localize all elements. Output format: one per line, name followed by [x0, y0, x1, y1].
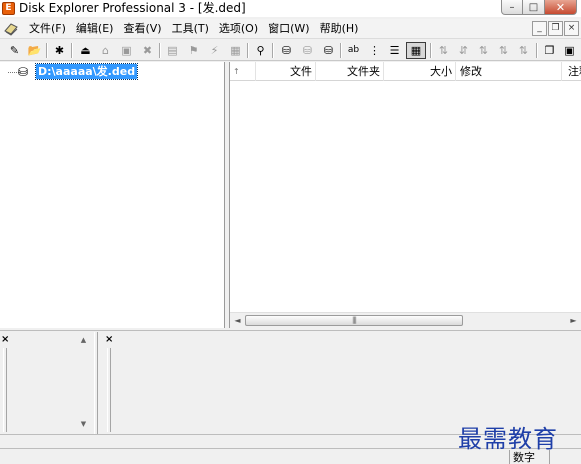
- app-icon[interactable]: E: [2, 2, 15, 15]
- toolbar-separator: [46, 43, 48, 58]
- disk-properties-icon[interactable]: ▤: [164, 42, 181, 59]
- sort-ascending-icon[interactable]: ⇅: [435, 42, 452, 59]
- vertical-scrollbar[interactable]: ▲ ▼: [76, 334, 91, 430]
- menu-tools[interactable]: 工具(T): [167, 19, 214, 39]
- window-title: Disk Explorer Professional 3 - [发.ded]: [19, 1, 246, 15]
- column-header-folder[interactable]: 文件夹: [316, 62, 384, 81]
- mdi-controls: _ ❐ ×: [532, 21, 579, 36]
- drive-icon[interactable]: ⛁: [278, 42, 295, 59]
- toolbar-separator: [159, 43, 161, 58]
- sort-type-icon[interactable]: ⇅: [515, 42, 532, 59]
- close-button[interactable]: ✕: [545, 0, 577, 15]
- tree-root-item[interactable]: D:\aaaaa\发.ded: [34, 63, 139, 80]
- menu-help[interactable]: 帮助(H): [315, 19, 364, 39]
- print-icon[interactable]: ▦: [227, 42, 244, 59]
- new-catalog-icon[interactable]: ✎: [6, 42, 23, 59]
- sort-date-icon[interactable]: ⇅: [495, 42, 512, 59]
- menu-bar: 文件(F) 编辑(E) 查看(V) 工具(T) 选项(O) 窗口(W) 帮助(H…: [0, 19, 581, 39]
- delete-disk-icon[interactable]: ✖: [139, 42, 156, 59]
- mdi-close-button[interactable]: ×: [564, 21, 579, 36]
- minimize-button[interactable]: –: [501, 0, 523, 15]
- add-disk-icon[interactable]: ⌂: [97, 42, 114, 59]
- toolbar-separator: [340, 43, 342, 58]
- scroll-right-button[interactable]: ►: [566, 313, 581, 328]
- menu-edit[interactable]: 编辑(E): [71, 19, 119, 39]
- close-icon[interactable]: ×: [105, 335, 113, 345]
- sort-name-icon[interactable]: ⇵: [455, 42, 472, 59]
- menu-window[interactable]: 窗口(W): [263, 19, 314, 39]
- toolbar-separator: [536, 43, 538, 58]
- window-controls: – □ ✕: [501, 0, 577, 15]
- toolbar: ✎ 📂 ✱ ⏏ ⌂ ▣ ✖ ▤ ⚑ ⚡ ▦ ⚲ ⛁ ⛁ ⛁ ab ⋮ ☰ ▦ ⇅…: [0, 40, 581, 61]
- scan-icon[interactable]: ⚑: [185, 42, 202, 59]
- large-icons-view-icon[interactable]: ab: [345, 42, 362, 59]
- open-folder-icon[interactable]: 📂: [26, 42, 43, 59]
- scroll-down-button[interactable]: ▼: [76, 418, 91, 430]
- menu-items: 文件(F) 编辑(E) 查看(V) 工具(T) 选项(O) 窗口(W) 帮助(H…: [24, 19, 363, 39]
- eject-disk-icon[interactable]: ⏏: [77, 42, 94, 59]
- column-header-comment[interactable]: 注释: [562, 62, 581, 81]
- document-icon[interactable]: [3, 21, 19, 36]
- toolbar-separator: [71, 43, 73, 58]
- column-header-modified[interactable]: 修改: [456, 62, 562, 81]
- sort-size-icon[interactable]: ⇅: [475, 42, 492, 59]
- mdi-restore-button[interactable]: ❐: [548, 21, 563, 36]
- toolbar-separator: [430, 43, 432, 58]
- toolbar-separator: [247, 43, 249, 58]
- menu-view[interactable]: 查看(V): [118, 19, 166, 39]
- export-icon[interactable]: ▣: [561, 42, 578, 59]
- details-view-icon[interactable]: ▦: [406, 42, 426, 59]
- scroll-up-button[interactable]: ▲: [76, 334, 91, 346]
- panel-grip[interactable]: [107, 348, 111, 432]
- drive-print-icon[interactable]: ⛁: [320, 42, 337, 59]
- scroll-thumb[interactable]: |||: [245, 315, 463, 326]
- catalog-tree[interactable]: ⛁ D:\aaaaa\发.ded: [0, 62, 225, 328]
- menu-file[interactable]: 文件(F): [24, 19, 71, 39]
- close-icon[interactable]: ×: [1, 335, 9, 345]
- sort-column-header[interactable]: ↑: [230, 62, 256, 81]
- title-bar: E Disk Explorer Professional 3 - [发.ded]…: [0, 0, 581, 17]
- watermark: 最需教育: [458, 425, 558, 453]
- bottom-left-panel: × ▲ ▼: [0, 332, 94, 434]
- disk-drive-icon[interactable]: ⛁: [18, 65, 28, 79]
- toolbar-separator: [272, 43, 274, 58]
- copy-icon[interactable]: ❐: [541, 42, 558, 59]
- drive-disabled-icon[interactable]: ⛁: [299, 42, 316, 59]
- bottom-pane-splitter[interactable]: [94, 332, 98, 434]
- maximize-button[interactable]: □: [523, 0, 545, 15]
- new-folder-icon[interactable]: ✱: [51, 42, 68, 59]
- panel-grip[interactable]: [3, 348, 7, 432]
- horizontal-splitter[interactable]: [0, 328, 581, 331]
- horizontal-scrollbar[interactable]: ◄ ||| ►: [230, 312, 581, 328]
- find-binoculars-icon[interactable]: ⚲: [252, 42, 269, 59]
- small-icons-view-icon[interactable]: ⋮: [366, 42, 383, 59]
- disk-icon[interactable]: ▣: [118, 42, 135, 59]
- scroll-left-button[interactable]: ◄: [230, 313, 245, 328]
- list-header: ↑ 文件 文件夹 大小 修改 注释: [230, 62, 581, 81]
- list-view-icon[interactable]: ☰: [386, 42, 403, 59]
- file-list[interactable]: ↑ 文件 文件夹 大小 修改 注释 ◄ ||| ►: [229, 62, 581, 328]
- mdi-minimize-button[interactable]: _: [532, 21, 547, 36]
- menu-options[interactable]: 选项(O): [214, 19, 263, 39]
- tools-icon[interactable]: ⚡: [206, 42, 223, 59]
- column-header-file[interactable]: 文件: [256, 62, 316, 81]
- sort-arrow-icon: ↑: [233, 67, 240, 76]
- column-header-size[interactable]: 大小: [384, 62, 456, 81]
